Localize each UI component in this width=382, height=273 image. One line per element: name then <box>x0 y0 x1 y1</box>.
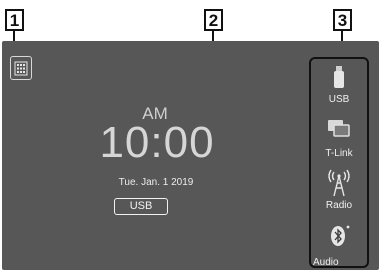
shortcut-radio-label: Radio <box>325 200 353 211</box>
screens-icon <box>328 120 350 137</box>
shortcut-t-link[interactable]: T-Link <box>311 117 367 165</box>
current-source-button[interactable]: USB <box>114 198 168 215</box>
shortcut-radio[interactable]: Radio <box>311 167 367 215</box>
shortcut-t-link-label: T-Link <box>325 148 353 159</box>
grid-menu-icon <box>14 61 28 75</box>
shortcut-usb-label: USB <box>328 94 350 105</box>
source-shortcuts-panel: USB T-Link Radio Audio <box>309 57 369 268</box>
callout-1: 1 <box>5 9 24 31</box>
callout-2: 2 <box>204 9 223 31</box>
callout-3: 3 <box>333 9 352 31</box>
radio-tower-icon <box>328 169 350 197</box>
clock-time: 10:00 <box>99 118 215 167</box>
usb-drive-icon <box>334 66 344 88</box>
shortcut-audio[interactable]: Audio <box>311 221 367 269</box>
shortcut-audio-label: Audio <box>313 257 339 268</box>
clock-date: Tue. Jan. 1 2019 <box>118 177 194 188</box>
shortcut-usb[interactable]: USB <box>311 63 367 111</box>
bluetooth-audio-icon <box>331 225 350 246</box>
menu-button[interactable] <box>10 56 32 80</box>
